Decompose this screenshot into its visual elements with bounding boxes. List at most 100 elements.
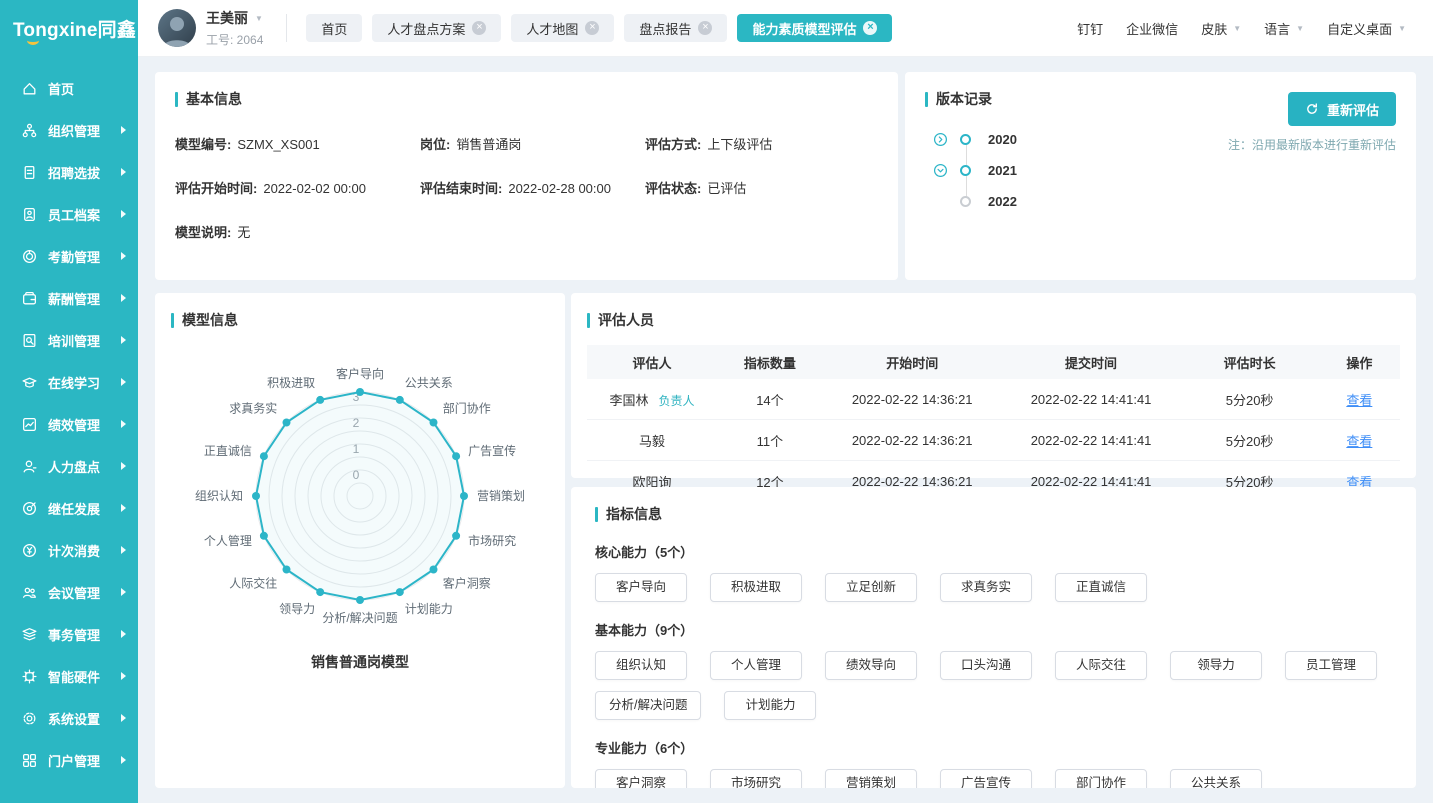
info-field: 模型编号:SZMX_XS001 xyxy=(175,134,420,153)
toplink-wecom[interactable]: 企业微信 xyxy=(1126,19,1178,38)
field-label: 评估结束时间: xyxy=(420,178,502,197)
svg-text:组织认知: 组织认知 xyxy=(195,489,243,503)
sidebar-item-meeting[interactable]: 会议管理 xyxy=(0,571,138,613)
indicator-chip[interactable]: 广告宣传 xyxy=(940,769,1032,788)
sidebar-item-home[interactable]: 首页 xyxy=(0,67,138,109)
hardware-icon xyxy=(21,668,38,685)
tab-talent-inventory-plan[interactable]: 人才盘点方案 × xyxy=(372,14,501,42)
sidebar-item-employee-archive[interactable]: 员工档案 xyxy=(0,193,138,235)
chevron-down-icon: ▼ xyxy=(255,14,263,23)
tab-talent-map[interactable]: 人才地图× xyxy=(511,14,614,42)
submit-time-cell: 2022-02-22 14:41:41 xyxy=(1002,392,1181,407)
sidebar-item-label: 招聘选拔 xyxy=(48,163,121,182)
indicator-chip[interactable]: 市场研究 xyxy=(710,769,802,788)
close-icon[interactable]: × xyxy=(863,21,877,35)
sidebar-item-org-management[interactable]: 组织管理 xyxy=(0,109,138,151)
sidebar-item-hr-inventory[interactable]: 人力盘点 xyxy=(0,445,138,487)
version-row: 2020 xyxy=(933,124,1396,155)
view-link[interactable]: 查看 xyxy=(1346,434,1372,449)
field-label: 评估开始时间: xyxy=(175,178,257,197)
evaluator-name-cell: 李国林负责人 xyxy=(587,390,717,409)
indicator-chip[interactable]: 员工管理 xyxy=(1285,651,1377,680)
table-row: 李国林负责人14个2022-02-22 14:36:212022-02-22 1… xyxy=(587,379,1400,420)
sidebar-item-metered-consume[interactable]: 计次消费 xyxy=(0,529,138,571)
indicator-chip[interactable]: 领导力 xyxy=(1170,651,1262,680)
right-column: 评估人员 评估人指标数量开始时间提交时间评估时长操作 李国林负责人14个2022… xyxy=(571,293,1416,788)
indicator-chip[interactable]: 客户洞察 xyxy=(595,769,687,788)
version-row: 2022 xyxy=(933,186,1396,217)
column-header: 提交时间 xyxy=(1002,353,1181,372)
indicator-chip[interactable]: 组织认知 xyxy=(595,651,687,680)
toplink-dingtalk[interactable]: 钉钉 xyxy=(1077,19,1103,38)
indicator-chip[interactable]: 客户导向 xyxy=(595,573,687,602)
dropdown-custom-desktop[interactable]: 自定义桌面▼ xyxy=(1327,19,1406,38)
indicator-chip[interactable]: 积极进取 xyxy=(710,573,802,602)
indicator-chip[interactable]: 立足创新 xyxy=(825,573,917,602)
indicator-chip[interactable]: 公共关系 xyxy=(1170,769,1262,788)
tab-competency-model-eval[interactable]: 能力素质模型评估× xyxy=(737,14,892,42)
sidebar-item-salary[interactable]: 薪酬管理 xyxy=(0,277,138,319)
indicator-count-cell: 14个 xyxy=(717,390,823,409)
archive-icon xyxy=(21,206,38,223)
field-value: 2022-02-02 00:00 xyxy=(263,181,366,196)
sidebar-item-succession[interactable]: 继任发展 xyxy=(0,487,138,529)
model-info-title: 模型信息 xyxy=(171,310,549,330)
tab-inventory-report[interactable]: 盘点报告× xyxy=(624,14,727,42)
sidebar-item-affairs[interactable]: 事务管理 xyxy=(0,613,138,655)
sidebar-item-performance[interactable]: 绩效管理 xyxy=(0,403,138,445)
version-year[interactable]: 2022 xyxy=(988,194,1017,209)
chevron-down-icon: ▼ xyxy=(1233,24,1241,33)
dropdown-label: 皮肤 xyxy=(1201,19,1227,38)
sidebar-item-label: 首页 xyxy=(48,79,126,98)
reevaluate-button[interactable]: 重新评估 xyxy=(1288,92,1396,126)
dropdown-language[interactable]: 语言▼ xyxy=(1264,19,1304,38)
sidebar-item-recruitment[interactable]: 招聘选拔 xyxy=(0,151,138,193)
sidebar-item-training[interactable]: 培训管理 xyxy=(0,319,138,361)
sidebar-item-smart-hardware[interactable]: 智能硬件 xyxy=(0,655,138,697)
version-year[interactable]: 2021 xyxy=(988,163,1017,178)
indicator-chip[interactable]: 营销策划 xyxy=(825,769,917,788)
sidebar-item-portal[interactable]: 门户管理 xyxy=(0,739,138,781)
sidebar-item-system-settings[interactable]: 系统设置 xyxy=(0,697,138,739)
chevron-down-icon: ▼ xyxy=(1296,24,1304,33)
sidebar-item-label: 门户管理 xyxy=(48,751,121,770)
reevaluate-button-label: 重新评估 xyxy=(1327,100,1379,119)
user-name[interactable]: 王美丽 ▼ xyxy=(206,8,263,28)
close-icon[interactable]: × xyxy=(585,21,599,35)
field-label: 岗位: xyxy=(420,134,450,153)
field-label: 模型编号: xyxy=(175,134,231,153)
indicator-chip-row: 客户洞察 市场研究 营销策划 广告宣传 部门协作 公共关系 xyxy=(595,769,1392,788)
indicator-chip[interactable]: 正直诚信 xyxy=(1055,573,1147,602)
version-row: 2021 xyxy=(933,155,1396,186)
avatar[interactable] xyxy=(158,9,196,47)
version-year[interactable]: 2020 xyxy=(988,132,1017,147)
content-row-top: 基本信息 模型编号:SZMX_XS001岗位:销售普通岗评估方式:上下级评估评估… xyxy=(155,72,1416,280)
indicator-chip[interactable]: 计划能力 xyxy=(724,691,816,720)
table-row: 马毅11个2022-02-22 14:36:212022-02-22 14:41… xyxy=(587,420,1400,461)
indicator-chip[interactable]: 部门协作 xyxy=(1055,769,1147,788)
indicator-chip[interactable]: 人际交往 xyxy=(1055,651,1147,680)
chevron-right-circle-icon[interactable] xyxy=(933,132,948,147)
sidebar-item-label: 人力盘点 xyxy=(48,457,121,476)
sidebar-item-attendance[interactable]: 考勤管理 xyxy=(0,235,138,277)
close-icon[interactable]: × xyxy=(472,21,486,35)
tab-home[interactable]: 首页 xyxy=(306,14,362,42)
training-icon xyxy=(21,332,38,349)
indicator-chip[interactable]: 口头沟通 xyxy=(940,651,1032,680)
close-icon[interactable]: × xyxy=(698,21,712,35)
indicator-chip[interactable]: 个人管理 xyxy=(710,651,802,680)
indicator-chip[interactable]: 分析/解决问题 xyxy=(595,691,701,720)
sidebar-item-online-study[interactable]: 在线学习 xyxy=(0,361,138,403)
indicator-chip-row: 组织认知个人管理绩效导向口头沟通人际交往领导力员工管理分析/解决问题计划能力 xyxy=(595,651,1392,720)
org-icon xyxy=(21,122,38,139)
version-timeline: 2020 2021 2022 xyxy=(925,124,1396,217)
indicator-chip[interactable]: 求真务实 xyxy=(940,573,1032,602)
dropdown-skin[interactable]: 皮肤 ▼ xyxy=(1201,19,1241,38)
version-record-panel: 版本记录 重新评估 注：沿用最新版本进行重新评估 202020212022 xyxy=(905,72,1416,280)
indicator-chip[interactable]: 绩效导向 xyxy=(825,651,917,680)
chevron-down-circle-icon[interactable] xyxy=(933,163,948,178)
tab-label: 人才盘点方案 xyxy=(387,19,465,38)
field-label: 模型说明: xyxy=(175,222,231,241)
view-link[interactable]: 查看 xyxy=(1346,393,1372,408)
timeline-node xyxy=(960,165,971,176)
